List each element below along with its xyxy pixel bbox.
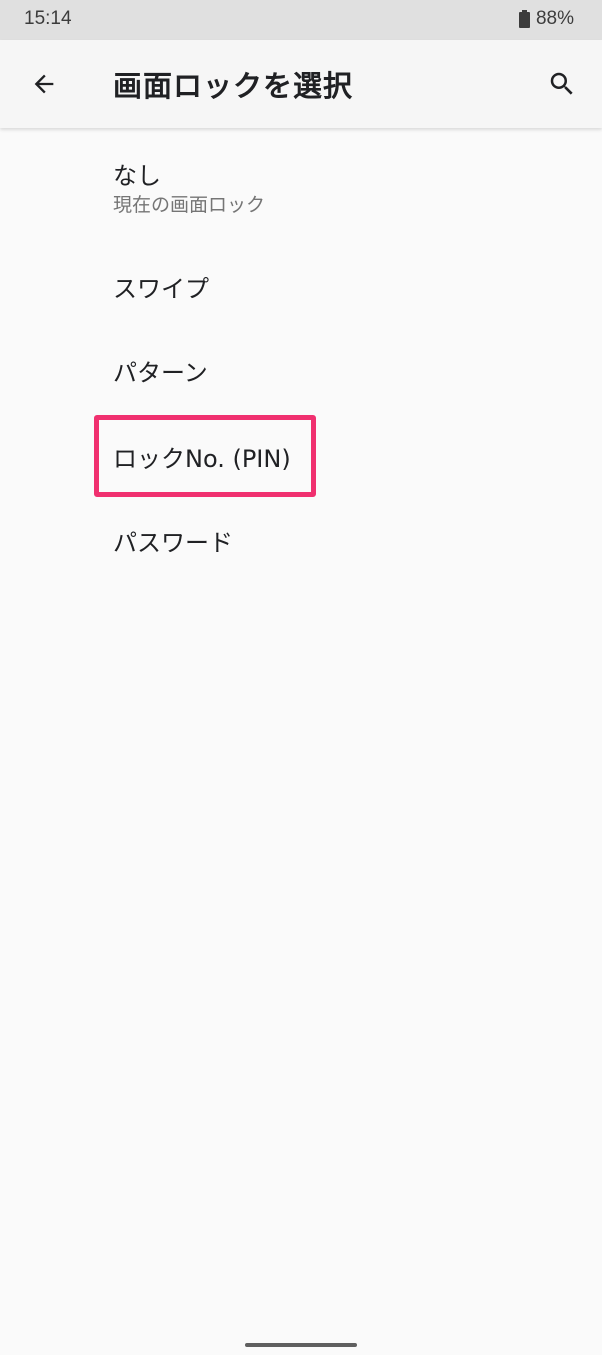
option-password[interactable]: パスワード: [0, 494, 602, 578]
option-none[interactable]: なし 現在の画面ロック: [0, 128, 602, 232]
highlight-box: [94, 415, 316, 497]
back-button[interactable]: [22, 62, 66, 106]
gesture-nav-handle[interactable]: [245, 1343, 357, 1347]
search-button[interactable]: [540, 62, 584, 106]
option-label: パターン: [113, 359, 208, 387]
battery-percent: 88%: [535, 8, 574, 29]
option-swipe[interactable]: スワイプ: [0, 240, 602, 324]
option-summary: 現在の画面ロック: [113, 194, 266, 216]
status-indicators: 88%: [518, 8, 574, 30]
option-pattern[interactable]: パターン: [0, 324, 602, 408]
arrow-back-icon: [34, 74, 54, 94]
status-bar: 15:14 88%: [0, 0, 602, 40]
option-label: なし: [113, 162, 161, 190]
status-time: 15:14: [24, 8, 72, 29]
option-label: スワイプ: [113, 275, 209, 303]
battery-icon: [518, 10, 530, 28]
search-icon: [550, 72, 573, 95]
option-label: パスワード: [113, 529, 233, 557]
page-title: 画面ロックを選択: [113, 69, 354, 103]
app-bar: 画面ロックを選択: [0, 40, 602, 128]
